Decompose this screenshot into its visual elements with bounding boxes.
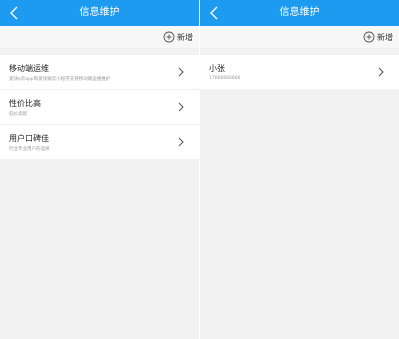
chevron-right-icon xyxy=(377,67,385,77)
add-button[interactable]: 新增 xyxy=(163,30,193,44)
add-button[interactable]: 新增 xyxy=(363,30,393,44)
add-button-label: 新增 xyxy=(177,32,193,42)
list-item[interactable]: 小张 17666666666 xyxy=(200,55,399,89)
list-item-subtitle: 行业专业用户的选择 xyxy=(9,147,50,152)
page-title: 信息维护 xyxy=(279,7,320,18)
list-item-title: 性价比高 xyxy=(9,99,41,108)
chevron-right-icon xyxy=(177,137,185,147)
chevron-right-icon xyxy=(177,102,185,112)
page-title: 信息维护 xyxy=(79,7,120,18)
toolbar: 新增 xyxy=(200,26,399,49)
list-item[interactable]: 性价比高 低价高配 xyxy=(0,90,199,125)
list-item-title: 移动端运维 xyxy=(9,64,49,73)
add-button-label: 新增 xyxy=(377,32,393,42)
nav-bar: 信息维护 xyxy=(200,0,399,26)
right-screen: 信息维护 新增 小张 17666666666 xyxy=(200,0,399,339)
nav-bar: 信息维护 xyxy=(0,0,199,26)
chevron-right-icon xyxy=(177,67,185,77)
plus-circle-icon xyxy=(363,31,375,43)
left-screen: 信息维护 新增 移动端运维 爱快e云app和爱快微云小程序支持移动端运维维护 性… xyxy=(0,0,199,339)
list-item-subtitle: 爱快e云app和爱快微云小程序支持移动端运维维护 xyxy=(9,77,111,82)
toolbar: 新增 xyxy=(0,26,199,49)
plus-circle-icon xyxy=(163,31,175,43)
app-screens: 信息维护 新增 移动端运维 爱快e云app和爱快微云小程序支持移动端运维维护 性… xyxy=(0,0,399,339)
list: 小张 17666666666 xyxy=(200,55,399,89)
list: 移动端运维 爱快e云app和爱快微云小程序支持移动端运维维护 性价比高 低价高配… xyxy=(0,55,199,159)
list-item[interactable]: 移动端运维 爱快e云app和爱快微云小程序支持移动端运维维护 xyxy=(0,55,199,90)
list-item-title: 小张 xyxy=(209,64,225,73)
list-item-title: 用户口碑佳 xyxy=(9,134,49,143)
list-item-subtitle: 17666666666 xyxy=(209,76,241,81)
list-item-subtitle: 低价高配 xyxy=(9,112,27,117)
list-item[interactable]: 用户口碑佳 行业专业用户的选择 xyxy=(0,125,199,159)
